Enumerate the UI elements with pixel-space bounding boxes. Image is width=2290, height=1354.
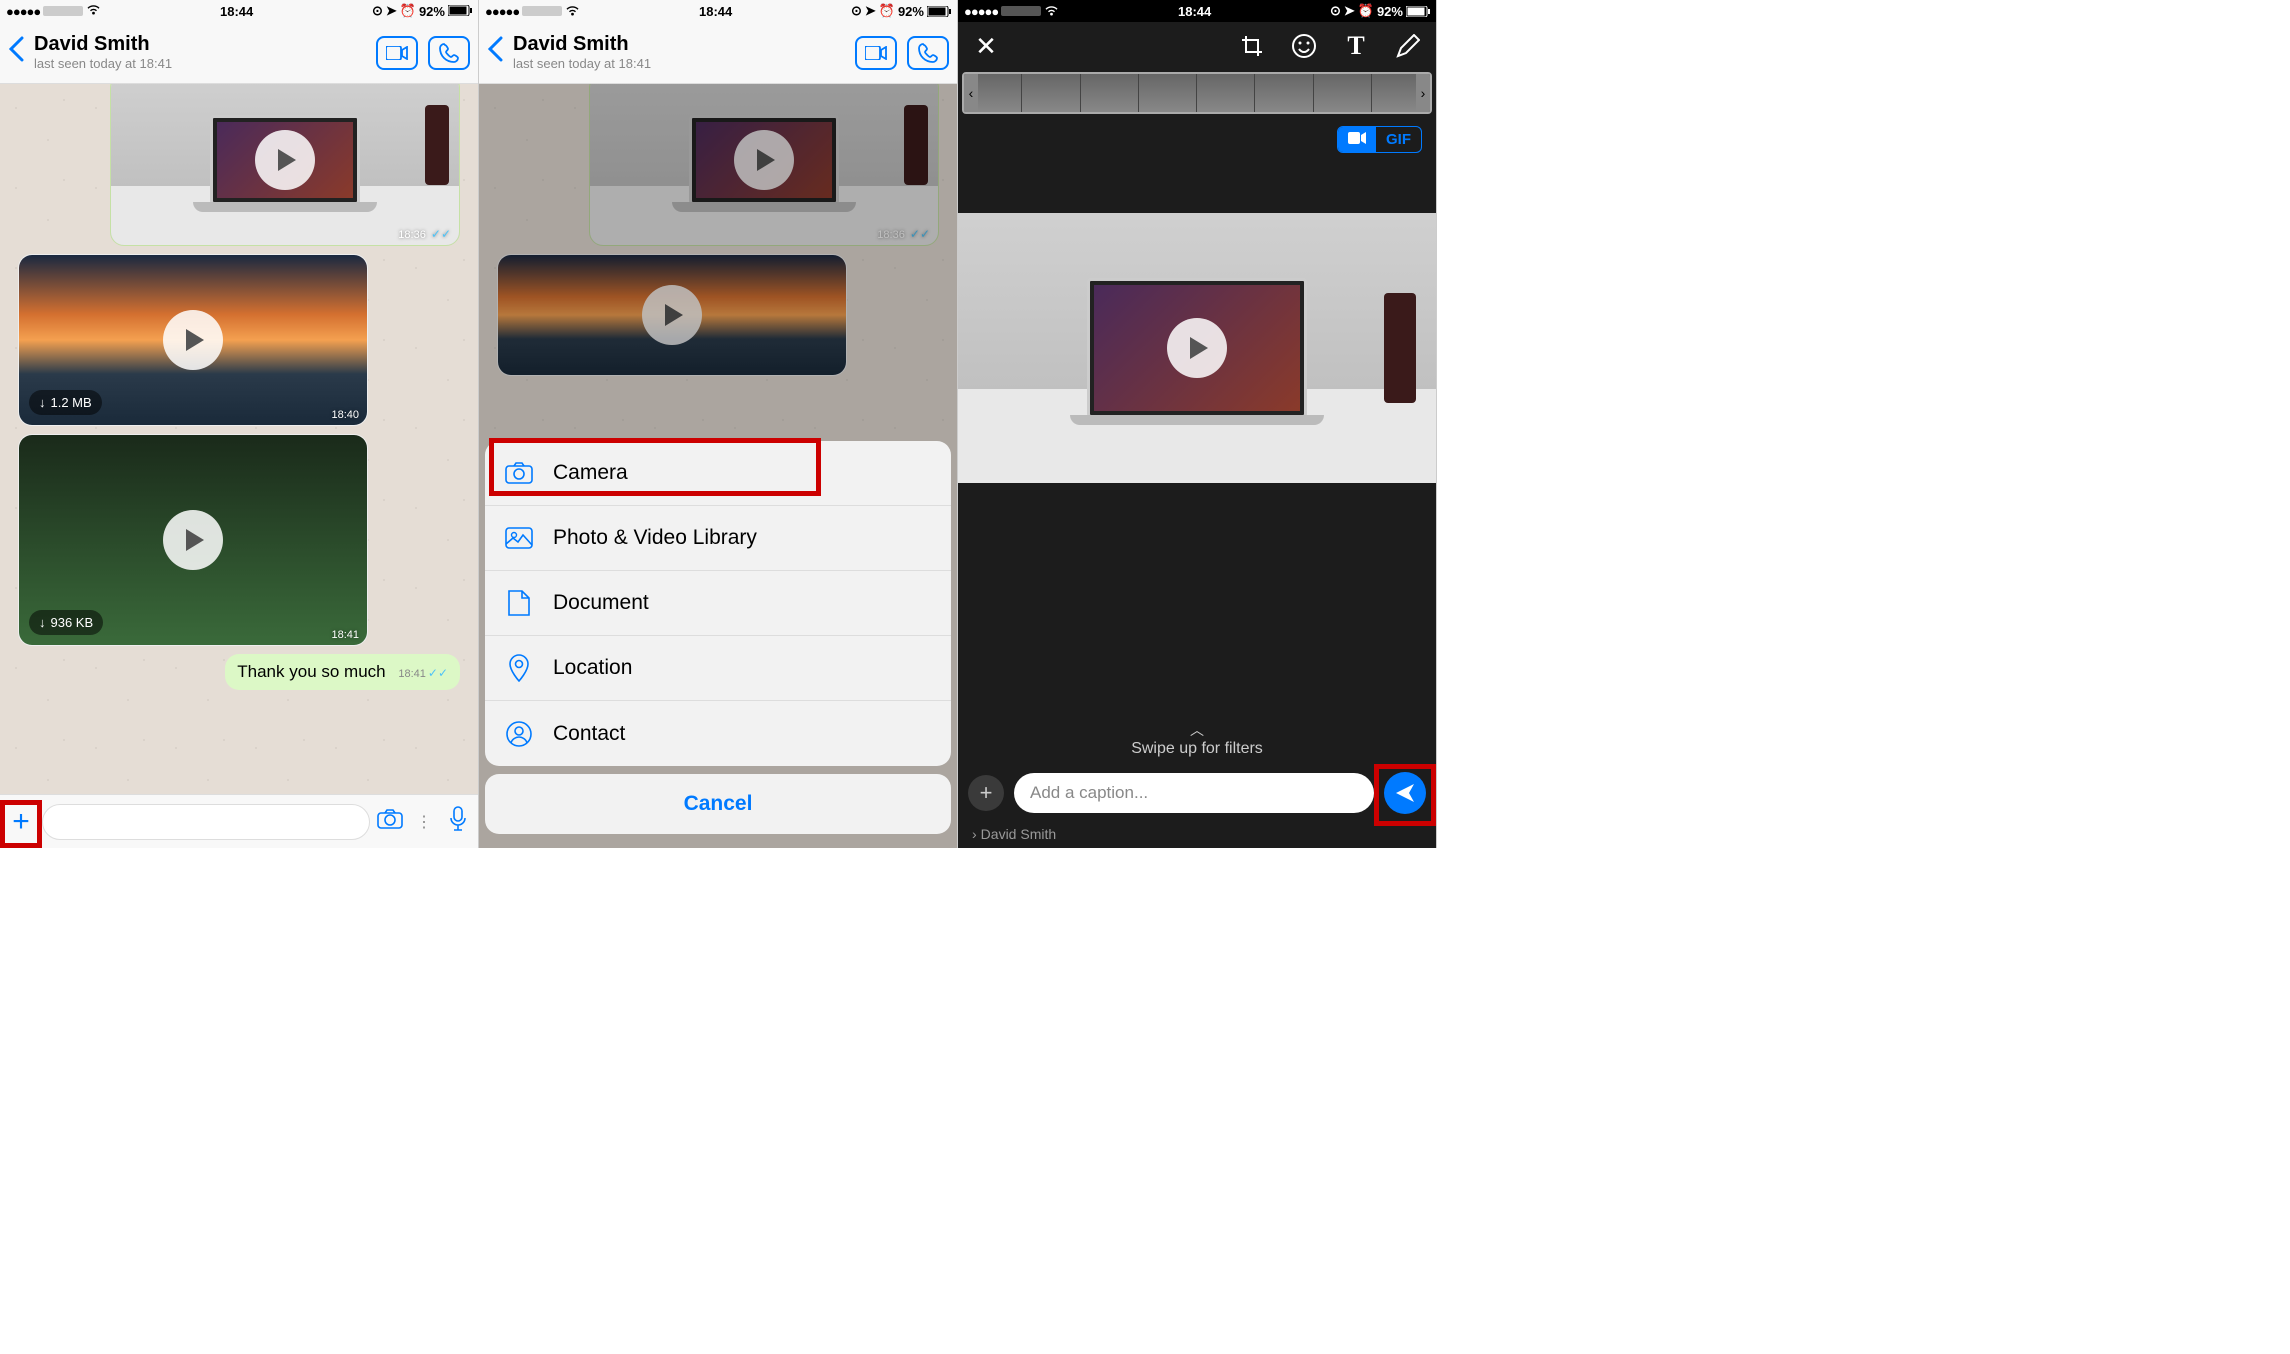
contact-icon xyxy=(505,721,533,747)
draw-icon[interactable] xyxy=(1394,32,1422,60)
lock-icon: ⊙ xyxy=(372,3,383,19)
screen-action-sheet: ●●●●● 18:44 ⊙➤⏰92% David Smith last seen… xyxy=(479,0,958,848)
trim-handle-left[interactable]: ‹ xyxy=(964,74,978,112)
download-badge[interactable]: ↓ 1.2 MB xyxy=(29,390,102,415)
sheet-photo-library[interactable]: Photo & Video Library xyxy=(485,506,951,571)
back-button[interactable] xyxy=(487,36,503,69)
caption-bar: + Add a caption... xyxy=(958,764,1436,822)
message-video-received[interactable]: ↓ 1.2 MB 18:40 xyxy=(18,254,368,426)
sheet-document[interactable]: Document xyxy=(485,571,951,636)
play-icon[interactable] xyxy=(1167,318,1227,378)
message-video-sent[interactable]: ➦ 18:36 ✓✓ xyxy=(110,84,460,246)
video-call-button[interactable] xyxy=(376,36,418,70)
input-toolbar: + ⋮ xyxy=(0,794,478,848)
editor-toolbar: ✕ T xyxy=(958,22,1436,70)
play-icon[interactable] xyxy=(163,310,223,370)
add-media-button[interactable]: + xyxy=(968,775,1004,811)
sheet-camera[interactable]: Camera xyxy=(485,441,951,506)
video-trim-bar[interactable]: ‹ › xyxy=(962,72,1432,114)
gif-mode[interactable]: GIF xyxy=(1376,127,1421,152)
download-badge[interactable]: ↓ 936 KB xyxy=(29,610,103,635)
screen-chat: ●●●●● 18:44 ⊙ ➤ ⏰ 92% David Smith last s… xyxy=(0,0,479,848)
play-icon[interactable] xyxy=(255,130,315,190)
attach-button[interactable]: + xyxy=(6,805,36,839)
emoji-icon[interactable] xyxy=(1290,32,1318,60)
battery-pct: 92% xyxy=(419,4,445,19)
video-gif-toggle[interactable]: GIF xyxy=(1337,126,1422,153)
voice-call-button[interactable] xyxy=(428,36,470,70)
navigation-bar: David Smith last seen today at 18:41 xyxy=(0,22,478,84)
navigation-bar: David Smith last seen today at 18:41 xyxy=(479,22,957,84)
back-button[interactable] xyxy=(8,36,24,69)
message-text-sent[interactable]: Thank you so much 18:41✓✓ xyxy=(225,654,460,690)
video-mode[interactable] xyxy=(1338,127,1376,152)
trim-handle-right[interactable]: › xyxy=(1416,74,1430,112)
caption-input[interactable]: Add a caption... xyxy=(1014,773,1374,813)
crop-icon[interactable] xyxy=(1238,32,1266,60)
camera-button[interactable] xyxy=(376,809,404,834)
chat-header[interactable]: David Smith last seen today at 18:41 xyxy=(34,34,376,71)
chat-messages: 18:36 ✓✓ Camera Photo & Video Library Do… xyxy=(479,84,957,848)
video-preview[interactable] xyxy=(958,213,1436,483)
message-video-received[interactable]: ↓ 936 KB 18:41 xyxy=(18,434,368,646)
message-input[interactable] xyxy=(42,804,370,840)
signal-dots: ●●●●● xyxy=(6,4,40,19)
contact-name: David Smith xyxy=(34,34,376,54)
alarm-icon: ⏰ xyxy=(400,3,416,19)
close-button[interactable]: ✕ xyxy=(972,32,1000,60)
status-bar: ●●●●● 18:44 ⊙ ➤ ⏰ 92% xyxy=(0,0,478,22)
battery-icon xyxy=(448,4,472,19)
status-bar: ●●●●● 18:44 ⊙➤⏰92% xyxy=(479,0,957,22)
video-call-button[interactable] xyxy=(855,36,897,70)
sheet-location[interactable]: Location xyxy=(485,636,951,701)
status-time: 18:44 xyxy=(220,4,253,19)
chat-messages[interactable]: ➦ 18:36 ✓✓ ↓ 1.2 MB 18:40 ↓ 936 KB 18:41 xyxy=(0,84,478,794)
status-bar: ●●●●● 18:44 ⊙➤⏰92% xyxy=(958,0,1436,22)
sheet-cancel[interactable]: Cancel xyxy=(485,774,951,834)
screen-video-editor: ●●●●● 18:44 ⊙➤⏰92% ✕ T ‹ › GIF ︿ Swipe u… xyxy=(958,0,1437,848)
sheet-contact[interactable]: Contact xyxy=(485,701,951,766)
wifi-icon xyxy=(86,4,101,19)
document-icon xyxy=(505,590,533,616)
location-pin-icon xyxy=(505,654,533,682)
location-arrow-icon: ➤ xyxy=(386,3,397,19)
play-icon[interactable] xyxy=(163,510,223,570)
text-icon[interactable]: T xyxy=(1342,32,1370,60)
swipe-hint: Swipe up for filters xyxy=(958,740,1436,764)
more-icon[interactable]: ⋮ xyxy=(410,812,438,832)
mic-button[interactable] xyxy=(444,806,472,837)
send-button[interactable] xyxy=(1384,772,1426,814)
photo-icon xyxy=(505,527,533,549)
voice-call-button[interactable] xyxy=(907,36,949,70)
chat-header[interactable]: David Smith last seen today at 18:41 xyxy=(513,34,855,71)
attachment-sheet: Camera Photo & Video Library Document Lo… xyxy=(485,441,951,842)
last-seen: last seen today at 18:41 xyxy=(34,56,376,71)
chevron-up-icon: ︿ xyxy=(958,720,1436,740)
camera-icon xyxy=(505,462,533,484)
recipient-chip[interactable]: › David Smith xyxy=(958,822,1436,848)
